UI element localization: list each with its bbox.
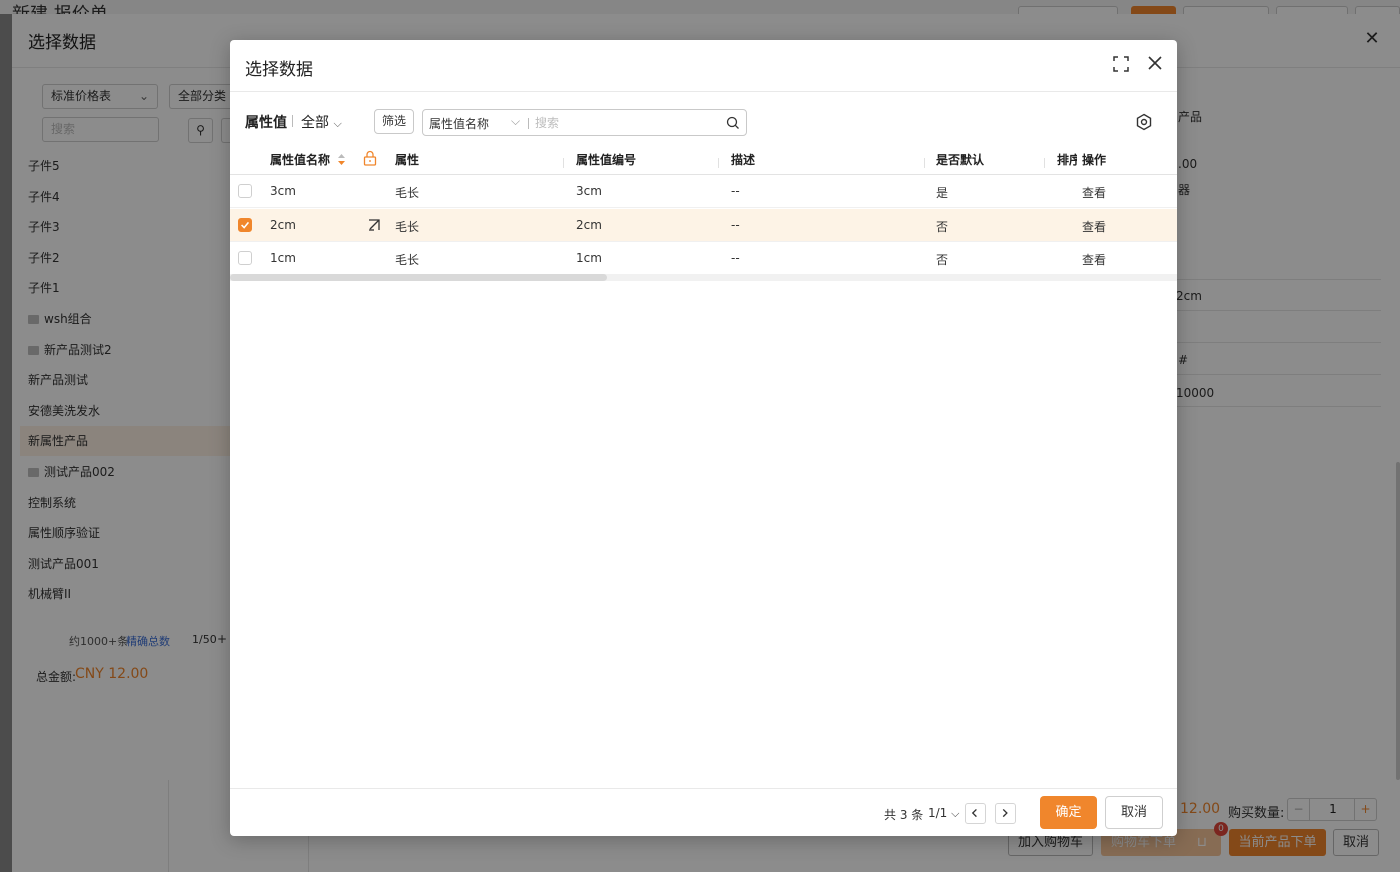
table-row[interactable]: 1cm 毛长 1cm -- 否 查看	[230, 242, 1177, 275]
jump-link-icon[interactable]	[367, 218, 381, 232]
divider	[230, 788, 1177, 789]
search-box: 属性值名称 ⌵	[422, 109, 747, 136]
cell-code: 1cm	[576, 251, 602, 265]
column-separator[interactable]	[924, 158, 925, 168]
cell-attr[interactable]: 毛长	[395, 218, 419, 235]
select-data-modal: 选择数据 属性值 全部 ⌵ 筛选 属性值名称 ⌵ 属性值名称 属性 属性值编号 描…	[230, 40, 1177, 836]
cell-default: 否	[936, 219, 949, 234]
column-header-default[interactable]: 是否默认	[936, 151, 984, 168]
view-link[interactable]: 查看	[1082, 184, 1106, 201]
close-icon[interactable]	[1146, 54, 1164, 72]
lock-icon[interactable]	[363, 150, 377, 166]
next-page-button[interactable]	[995, 803, 1016, 824]
filter-scope-label: 全部	[301, 115, 329, 131]
column-header-code[interactable]: 属性值编号	[576, 151, 636, 168]
divider	[528, 118, 529, 129]
chevron-down-icon: ⌵	[333, 117, 342, 130]
chevron-down-icon: ⌵	[951, 807, 960, 820]
search-field-label: 属性值名称	[429, 117, 490, 131]
divider	[292, 115, 293, 127]
column-header-attr[interactable]: 属性	[395, 151, 419, 168]
row-checkbox[interactable]	[238, 251, 252, 265]
modal-header	[230, 40, 1177, 92]
column-separator[interactable]	[563, 158, 564, 168]
settings-icon[interactable]	[1135, 113, 1153, 131]
cell-name[interactable]: 3cm	[270, 184, 296, 198]
cell-desc: --	[731, 184, 740, 198]
fullscreen-icon[interactable]	[1113, 56, 1129, 72]
chevron-left-icon	[971, 808, 977, 818]
filter-label: 属性值	[245, 115, 287, 131]
page-select[interactable]: 1/1 ⌵	[928, 806, 959, 821]
row-checkbox[interactable]	[238, 184, 252, 198]
cancel-button[interactable]: 取消	[1105, 796, 1163, 829]
horizontal-scrollbar-thumb[interactable]	[230, 274, 607, 281]
page-info: 1/1	[928, 806, 948, 820]
confirm-button[interactable]: 确定	[1040, 796, 1097, 829]
column-header-desc[interactable]: 描述	[731, 151, 755, 168]
prev-page-button[interactable]	[965, 803, 986, 824]
search-icon[interactable]	[726, 116, 740, 130]
sort-icon[interactable]	[337, 153, 346, 166]
column-header-name[interactable]: 属性值名称	[270, 151, 330, 168]
search-input[interactable]	[535, 114, 715, 131]
column-header-action: 操作	[1082, 153, 1107, 167]
chevron-down-icon: ⌵	[511, 114, 521, 128]
cell-code: 3cm	[576, 184, 602, 198]
cell-name[interactable]: 1cm	[270, 251, 296, 265]
table-row[interactable]: 3cm 毛长 3cm -- 是 查看	[230, 175, 1177, 208]
cell-attr[interactable]: 毛长	[395, 184, 419, 201]
chevron-right-icon	[1002, 808, 1008, 818]
table-row[interactable]: 2cm 毛长 2cm -- 否 查看	[230, 208, 1177, 242]
total-count: 共 3 条	[884, 808, 924, 822]
column-separator[interactable]	[718, 158, 719, 168]
view-link[interactable]: 查看	[1082, 218, 1106, 235]
row-checkbox[interactable]	[238, 217, 252, 232]
cell-desc: --	[731, 217, 740, 232]
cell-attr[interactable]: 毛长	[395, 251, 419, 268]
filter-button[interactable]: 筛选	[374, 109, 414, 134]
cell-name[interactable]: 2cm	[270, 218, 296, 232]
column-separator[interactable]	[1044, 158, 1045, 168]
cell-default: 否	[936, 253, 949, 267]
search-field-select[interactable]: 属性值名称 ⌵	[429, 114, 520, 132]
column-header-sort[interactable]: 排序	[1057, 151, 1077, 168]
filter-scope-select[interactable]: 全部 ⌵	[301, 112, 342, 132]
cell-desc: --	[731, 251, 740, 265]
modal-title: 选择数据	[245, 60, 313, 80]
check-icon	[241, 221, 250, 229]
cell-default: 是	[936, 186, 949, 200]
view-link[interactable]: 查看	[1082, 251, 1106, 268]
cell-code: 2cm	[576, 217, 602, 232]
